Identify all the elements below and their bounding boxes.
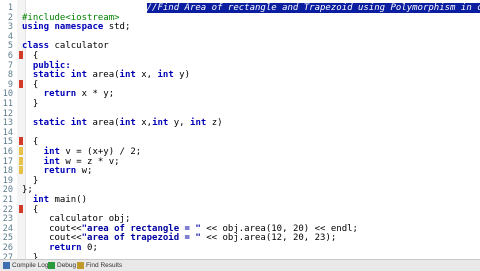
code-editor[interactable]: 1 //Find Area of rectangle and Trapezoid… — [0, 0, 480, 259]
bottom-panel-tabs: Compile Log Debug Find Results — [0, 259, 480, 271]
tab-label: Debug — [57, 262, 77, 269]
code-text: } — [22, 252, 38, 259]
tab-find-results[interactable]: Find Results — [76, 261, 122, 270]
tab-debug[interactable]: Debug — [47, 261, 76, 270]
find-results-icon — [77, 262, 84, 269]
code-line[interactable]: 27 } — [0, 252, 480, 259]
tab-label: Find Results — [86, 262, 123, 269]
tab-label: Compile Log — [12, 262, 49, 269]
line-number: 27 — [2, 252, 13, 259]
compile-log-icon — [3, 262, 10, 269]
debug-icon — [48, 262, 55, 269]
tab-compile-log[interactable]: Compile Log — [2, 261, 49, 270]
